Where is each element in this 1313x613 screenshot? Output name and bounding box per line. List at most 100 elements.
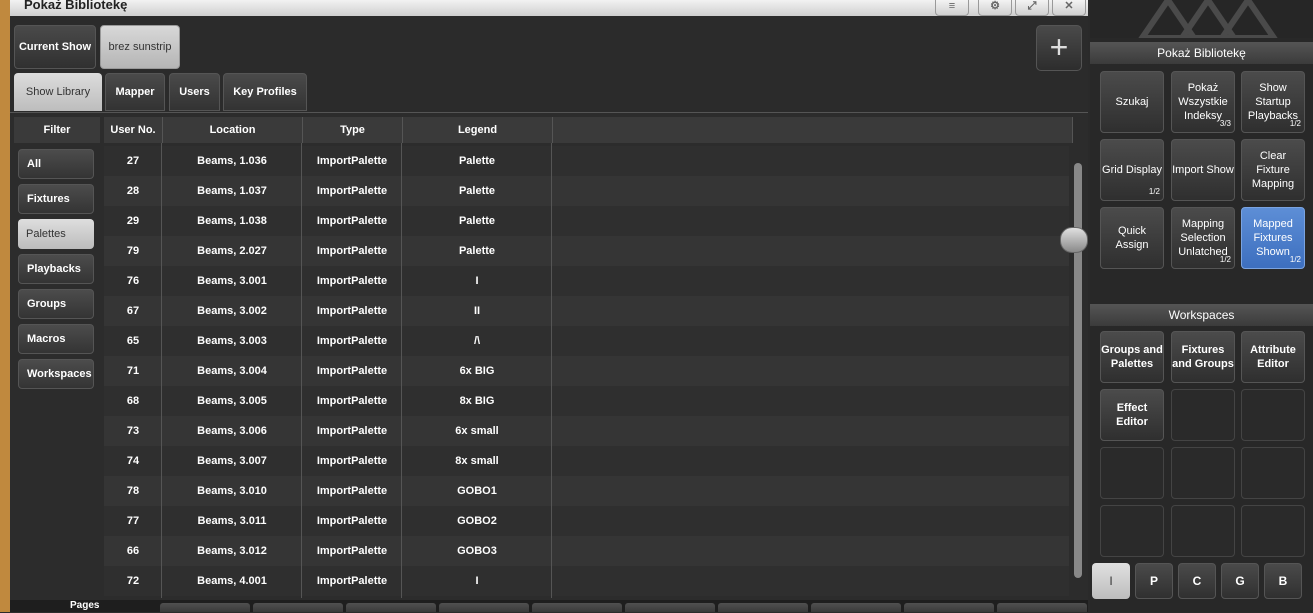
mapped-fixtures-shown-button[interactable]: Mapped Fixtures Shown 1/2: [1241, 207, 1305, 269]
workspace-slot-empty[interactable]: [1100, 447, 1164, 499]
table-row[interactable]: 72 Beams, 4.001 ImportPalette I: [104, 566, 1069, 596]
cell-type: ImportPalette: [316, 335, 388, 347]
cell-location: Beams, 2.027: [197, 245, 267, 257]
desktop-edge: [0, 0, 10, 612]
mode-button-b[interactable]: B: [1264, 563, 1302, 599]
page-tab[interactable]: [160, 603, 250, 612]
page-tab[interactable]: [532, 603, 622, 612]
workspace-attribute-editor[interactable]: Attribute Editor: [1241, 331, 1305, 383]
cell-user-no: 79: [126, 245, 140, 257]
page-tab[interactable]: [253, 603, 343, 612]
workspace-slot-empty[interactable]: [1241, 505, 1305, 557]
quick-assign-button[interactable]: Quick Assign: [1100, 207, 1164, 269]
tab-show-library[interactable]: Show Library: [14, 73, 102, 111]
page-tab[interactable]: [346, 603, 436, 612]
clear-fixture-mapping-button[interactable]: Clear Fixture Mapping: [1241, 139, 1305, 201]
workspace-slot-empty[interactable]: [1241, 447, 1305, 499]
tab-key-profiles[interactable]: Key Profiles: [223, 73, 307, 111]
title-bar: Pokaż Bibliotekę ≡ ⚙ ⤢ ✕: [10, 0, 1088, 16]
mode-button-g[interactable]: G: [1221, 563, 1259, 599]
page-tab[interactable]: [997, 603, 1087, 612]
filter-header: Filter: [14, 117, 100, 143]
column-type[interactable]: Type: [303, 117, 403, 143]
workspace-fixtures-and-groups[interactable]: Fixtures and Groups: [1171, 331, 1235, 383]
workspace-slot-empty[interactable]: [1241, 389, 1305, 441]
window-title: Pokaż Bibliotekę: [24, 0, 128, 12]
page-tab[interactable]: [718, 603, 808, 612]
column-location[interactable]: Location: [163, 117, 303, 143]
cell-location: Beams, 3.005: [197, 395, 267, 407]
tab-users[interactable]: Users: [169, 73, 220, 111]
table-row[interactable]: 67 Beams, 3.002 ImportPalette II: [104, 296, 1069, 326]
gear-icon[interactable]: ⚙: [978, 0, 1012, 16]
menu-icon[interactable]: ≡: [935, 0, 969, 16]
table-row[interactable]: 71 Beams, 3.004 ImportPalette 6x BIG: [104, 356, 1069, 386]
cell-legend: I: [475, 575, 479, 587]
import-show-button[interactable]: Import Show: [1171, 139, 1235, 201]
cell-location: Beams, 3.002: [197, 305, 267, 317]
workspace-slot-empty[interactable]: [1100, 505, 1164, 557]
filter-macros[interactable]: Macros: [18, 324, 94, 354]
table-row[interactable]: 77 Beams, 3.011 ImportPalette GOBO2: [104, 506, 1069, 536]
cell-legend: /\: [473, 335, 481, 347]
table-row[interactable]: 29 Beams, 1.038 ImportPalette Palette: [104, 206, 1069, 236]
scroll-thumb[interactable]: [1060, 227, 1088, 253]
search-button[interactable]: Szukaj: [1100, 71, 1164, 133]
filter-all[interactable]: All: [18, 149, 94, 179]
mode-button-i[interactable]: I: [1092, 563, 1130, 599]
cell-location: Beams, 3.001: [197, 275, 267, 287]
scrollbar[interactable]: [1074, 163, 1082, 578]
cell-legend: 6x small: [455, 425, 499, 437]
cell-user-no: 28: [126, 185, 140, 197]
page-indicator: 1/2: [1219, 255, 1231, 264]
cell-type: ImportPalette: [316, 245, 388, 257]
cell-user-no: 65: [126, 335, 140, 347]
table-row[interactable]: 68 Beams, 3.005 ImportPalette 8x BIG: [104, 386, 1069, 416]
cell-type: ImportPalette: [316, 365, 388, 377]
table-row[interactable]: 74 Beams, 3.007 ImportPalette 8x small: [104, 446, 1069, 476]
workspace-slot-empty[interactable]: [1171, 447, 1235, 499]
filter-palettes[interactable]: Palettes: [18, 219, 94, 249]
page-tab[interactable]: [439, 603, 529, 612]
add-icon[interactable]: +: [1036, 25, 1082, 71]
grid-display-button[interactable]: Grid Display 1/2: [1100, 139, 1164, 201]
button-label: Attribute Editor: [1250, 344, 1296, 370]
close-icon[interactable]: ✕: [1052, 0, 1086, 16]
table-row[interactable]: 73 Beams, 3.006 ImportPalette 6x small: [104, 416, 1069, 446]
cell-location: Beams, 4.001: [197, 575, 267, 587]
show-startup-playbacks-button[interactable]: Show Startup Playbacks 1/2: [1241, 71, 1305, 133]
table-row[interactable]: 65 Beams, 3.003 ImportPalette /\: [104, 326, 1069, 356]
page-tab[interactable]: [625, 603, 715, 612]
column-divider: [301, 143, 302, 598]
current-show-button[interactable]: Current Show: [14, 25, 96, 69]
filter-fixtures[interactable]: Fixtures: [18, 184, 94, 214]
filter-groups[interactable]: Groups: [18, 289, 94, 319]
table-row[interactable]: 27 Beams, 1.036 ImportPalette Palette: [104, 146, 1069, 176]
table-row[interactable]: 78 Beams, 3.010 ImportPalette GOBO1: [104, 476, 1069, 506]
filter-workspaces[interactable]: Workspaces: [18, 359, 94, 389]
table-row[interactable]: 79 Beams, 2.027 ImportPalette Palette: [104, 236, 1069, 266]
workspace-groups-and-palettes[interactable]: Groups and Palettes: [1100, 331, 1164, 383]
cell-type: ImportPalette: [316, 275, 388, 287]
cell-legend: 8x BIG: [459, 395, 495, 407]
workspace-slot-empty[interactable]: [1171, 389, 1235, 441]
mode-button-c[interactable]: C: [1178, 563, 1216, 599]
mapping-selection-button[interactable]: Mapping Selection Unlatched 1/2: [1171, 207, 1235, 269]
mode-button-p[interactable]: P: [1135, 563, 1173, 599]
workspace-slot-empty[interactable]: [1171, 505, 1235, 557]
tab-mapper[interactable]: Mapper: [105, 73, 165, 111]
filter-playbacks[interactable]: Playbacks: [18, 254, 94, 284]
show-all-indexes-button[interactable]: Pokaż Wszystkie Indeksy 3/3: [1171, 71, 1235, 133]
page-tab[interactable]: [904, 603, 994, 612]
cell-user-no: 27: [126, 155, 140, 167]
column-user-no[interactable]: User No.: [104, 117, 163, 143]
section-header-workspaces: Workspaces: [1090, 304, 1313, 326]
workspace-effect-editor[interactable]: Effect Editor: [1100, 389, 1164, 441]
table-row[interactable]: 76 Beams, 3.001 ImportPalette I: [104, 266, 1069, 296]
expand-icon[interactable]: ⤢: [1015, 0, 1049, 16]
show-name-button[interactable]: brez sunstrip: [100, 25, 180, 69]
table-row[interactable]: 66 Beams, 3.012 ImportPalette GOBO3: [104, 536, 1069, 566]
column-legend[interactable]: Legend: [403, 117, 553, 143]
page-tab[interactable]: [811, 603, 901, 612]
table-row[interactable]: 28 Beams, 1.037 ImportPalette Palette: [104, 176, 1069, 206]
